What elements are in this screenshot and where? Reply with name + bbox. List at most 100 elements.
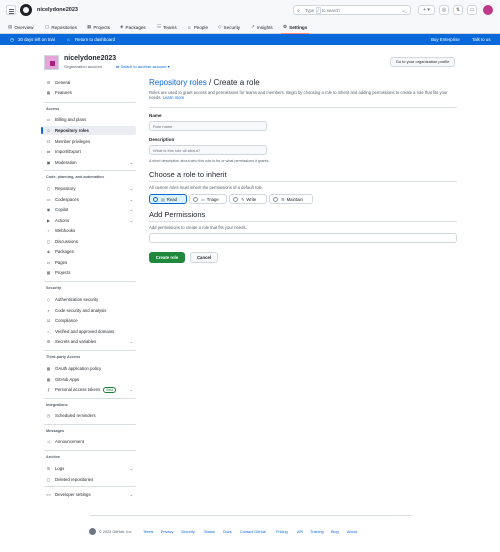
issues-icon[interactable]: ◎	[439, 5, 449, 15]
footer-link-training[interactable]: Training	[310, 530, 324, 534]
sidebar-item-github-apps[interactable]: ▦ GitHub Apps	[41, 375, 136, 384]
chevron-down-icon: ⌄	[129, 186, 133, 191]
role-option-read[interactable]: ▤ Read	[149, 194, 187, 204]
sidebar-item-packages[interactable]: ◈ Packages	[41, 247, 136, 256]
role-option-triage[interactable]: ▭ Triage	[189, 194, 227, 204]
sidebar-group-access: Access	[46, 107, 60, 111]
chevron-down-icon: ⌄	[129, 196, 133, 202]
sidebar-item-codespaces[interactable]: ▭ Codespaces ⌄	[41, 195, 136, 204]
sidebar-item-developer-settings[interactable]: <> Developer settings ⌄	[41, 490, 136, 499]
footer-link-docs[interactable]: Docs	[223, 530, 232, 534]
footer-link-security[interactable]: Security	[181, 530, 195, 534]
role-name-input[interactable]	[149, 121, 267, 131]
talk-to-us-link[interactable]: Talk to us	[472, 37, 491, 42]
person-icon: ☺	[46, 127, 51, 133]
sidebar-item-actions[interactable]: ▶ Actions ⌄	[41, 216, 136, 225]
sidebar-item-deleted-repositories[interactable]: ▢ Deleted repositories	[41, 475, 136, 484]
sidebar-item-webhooks[interactable]: ♆ Webhooks	[41, 226, 136, 235]
sidebar-item-authentication-security[interactable]: ◇ Authentication security	[41, 295, 136, 304]
learn-more-link[interactable]: Learn more	[163, 95, 184, 100]
trial-days-left: 30 days left on trial	[18, 37, 55, 42]
sidebar-item-general[interactable]: ⚙ General	[41, 78, 136, 87]
search-input[interactable]: ⌕ Type / to search >_	[293, 5, 411, 15]
sidebar-item-import-export[interactable]: ⇄ Import/Export	[41, 147, 136, 156]
role-option-maintain[interactable]: ⚒ Maintain	[269, 194, 313, 204]
sidebar-item-scheduled-reminders[interactable]: ◷ Scheduled reminders	[41, 411, 136, 420]
org-nav-tabs: ▤ Overview ▢ Repositories ▦ Projects ◈ Packa…	[0, 20, 500, 34]
repo-icon: ▢	[45, 24, 50, 29]
sidebar-item-logs[interactable]: ☰ Logs ⌄	[41, 464, 136, 473]
sidebar-group-messages: Messages	[46, 429, 65, 433]
sidebar-item-projects[interactable]: ▦ Projects	[41, 268, 136, 277]
tab-people[interactable]: ☺ People	[187, 22, 208, 32]
tab-settings[interactable]: ⚙ Settings	[283, 22, 307, 32]
inherit-heading: Choose a role to inherit	[149, 170, 227, 179]
footer-link-status[interactable]: Status	[204, 530, 215, 534]
command-palette-icon[interactable]: >_	[402, 8, 407, 13]
role-option-write[interactable]: ✎ Write	[229, 194, 267, 204]
app-header: nicelydone2023 ⌕ Type / to search >_ + ▾…	[0, 0, 500, 34]
sidebar-divider	[44, 486, 136, 487]
inbox-icon[interactable]: ▭	[467, 5, 477, 15]
cancel-button[interactable]: Cancel	[190, 252, 218, 263]
return-to-dashboard-link[interactable]: Return to dashboard	[75, 37, 115, 42]
tab-insights[interactable]: ↗ Insights	[251, 22, 273, 32]
section-divider	[149, 107, 457, 108]
avatar[interactable]	[483, 5, 493, 15]
checklist-icon: ☑	[46, 318, 51, 323]
footer-link-blog[interactable]: Blog	[331, 530, 339, 534]
switch-account-link[interactable]: ⇄ Switch to another account ▾	[116, 64, 170, 69]
radio-button[interactable]	[153, 196, 158, 202]
sidebar-item-personal-access-tokens[interactable]: ⚷ Personal access tokens Beta ⌄	[41, 385, 136, 394]
tab-projects[interactable]: ▦ Projects	[87, 22, 110, 32]
sidebar-item-pages[interactable]: ▭ Pages	[41, 258, 136, 267]
tab-overview[interactable]: ▤ Overview	[8, 22, 34, 32]
sidebar-item-compliance[interactable]: ☑ Compliance	[41, 316, 136, 325]
footer-link-terms[interactable]: Terms	[143, 530, 153, 534]
key-icon: ⚷	[47, 387, 50, 392]
sidebar-item-discussions[interactable]: ▢ Discussions	[41, 237, 136, 246]
permissions-search-input[interactable]	[149, 233, 457, 243]
sidebar-item-copilot[interactable]: ◉ Copilot ⌄	[41, 205, 136, 214]
sidebar-item-oauth-policy[interactable]: ▦ OAuth application policy	[41, 364, 136, 373]
radio-button[interactable]	[273, 196, 278, 202]
sidebar-item-moderation[interactable]: ▣ Moderation ⌄	[41, 158, 136, 167]
beta-badge: Beta	[103, 386, 116, 393]
sidebar-item-announcement[interactable]: ◁ Announcement	[41, 437, 136, 446]
sidebar-item-code-security[interactable]: ⌕ Code security and analysis	[41, 306, 136, 315]
role-description-input[interactable]	[149, 145, 267, 155]
create-new-button[interactable]: + ▾	[418, 5, 435, 15]
footer-link-contact[interactable]: Contact GitHub	[240, 530, 266, 534]
footer-link-api[interactable]: API	[297, 530, 303, 534]
buy-enterprise-link[interactable]: Buy Enterprise	[431, 37, 460, 42]
sidebar-divider	[44, 424, 136, 425]
breadcrumb-repository-roles-link[interactable]: Repository roles	[149, 78, 207, 87]
radio-button[interactable]	[193, 196, 198, 202]
key-icon: ⊞	[46, 339, 51, 344]
footer-link-about[interactable]: About	[347, 530, 357, 534]
sidebar-item-features[interactable]: ▦ Features	[41, 88, 136, 97]
menu-icon[interactable]	[6, 5, 16, 15]
header-org-name[interactable]: nicelydone2023	[37, 7, 78, 13]
tab-packages[interactable]: ◈ Packages	[120, 22, 146, 32]
chevron-down-icon: ⌄	[129, 466, 133, 471]
footer-link-privacy[interactable]: Privacy	[161, 530, 173, 534]
gear-icon: ⚙	[46, 80, 51, 85]
footer-link-pricing[interactable]: Pricing	[276, 530, 288, 534]
sidebar-item-billing[interactable]: ▭ Billing and plans	[41, 115, 136, 124]
tab-security[interactable]: ◇ Security	[218, 22, 240, 32]
tab-repositories[interactable]: ▢ Repositories	[45, 22, 77, 32]
sidebar-item-verified-domains[interactable]: ✓ Verified and approved domains	[41, 327, 136, 336]
radio-button[interactable]	[233, 196, 238, 202]
sidebar-item-repository[interactable]: ▢ Repository ⌄	[41, 184, 136, 193]
tools-icon: ⚒	[281, 196, 285, 202]
sidebar-item-secrets[interactable]: ⊞ Secrets and variables ⌄	[41, 337, 136, 346]
pull-requests-icon[interactable]: ⇅	[453, 5, 463, 15]
org-profile-button[interactable]: Go to your organization profile	[390, 57, 455, 67]
github-logo-icon[interactable]	[89, 528, 96, 535]
sidebar-item-member-privileges[interactable]: ☷ Member privileges	[41, 137, 136, 146]
tab-teams[interactable]: ☷ Teams	[157, 22, 177, 32]
github-logo-icon[interactable]	[20, 4, 32, 16]
create-role-button[interactable]: Create role	[149, 252, 185, 263]
sidebar-item-repository-roles[interactable]: ☺ Repository roles	[41, 125, 136, 135]
